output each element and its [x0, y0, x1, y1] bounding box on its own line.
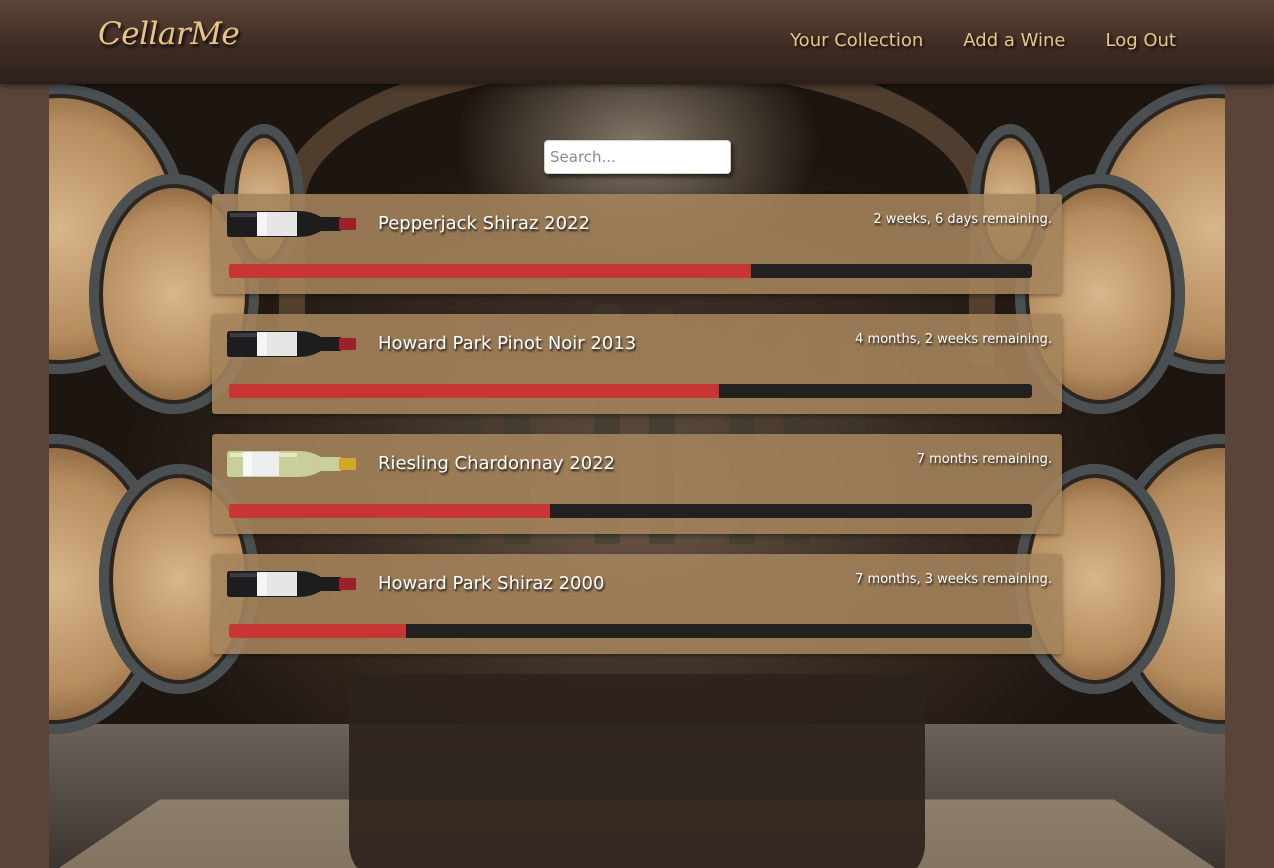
white-wine-bottle-icon	[227, 451, 356, 477]
wine-name: Howard Park Shiraz 2000	[378, 573, 605, 594]
aging-progress-bar	[229, 264, 1032, 278]
aging-progress-bar	[229, 624, 1032, 638]
aging-progress-fill	[229, 264, 751, 278]
wine-card[interactable]: Howard Park Shiraz 2000 7 months, 3 week…	[212, 554, 1062, 654]
red-wine-bottle-icon	[227, 331, 356, 357]
wine-name: Howard Park Pinot Noir 2013	[378, 333, 637, 354]
aging-progress-fill	[229, 384, 719, 398]
wine-card[interactable]: Howard Park Pinot Noir 2013 4 months, 2 …	[212, 314, 1062, 414]
time-remaining: 7 months, 3 weeks remaining.	[855, 572, 1052, 587]
red-wine-bottle-icon	[227, 211, 356, 237]
nav-add-a-wine[interactable]: Add a Wine	[963, 30, 1065, 51]
wine-card[interactable]: Riesling Chardonnay 2022 7 months remain…	[212, 434, 1062, 534]
top-navbar: CellarMe Your Collection Add a Wine Log …	[0, 0, 1274, 84]
main-nav: Your Collection Add a Wine Log Out	[790, 30, 1176, 51]
wine-list: Pepperjack Shiraz 2022 2 weeks, 6 days r…	[212, 194, 1062, 674]
time-remaining: 7 months remaining.	[916, 452, 1052, 467]
aging-progress-fill	[229, 504, 551, 518]
red-wine-bottle-icon	[227, 571, 356, 597]
nav-log-out[interactable]: Log Out	[1105, 30, 1176, 51]
nav-your-collection[interactable]: Your Collection	[790, 30, 923, 51]
search-input[interactable]	[544, 140, 731, 174]
aging-progress-bar	[229, 504, 1032, 518]
aging-progress-bar	[229, 384, 1032, 398]
wine-name: Riesling Chardonnay 2022	[378, 453, 616, 474]
wooden-table	[349, 674, 925, 868]
time-remaining: 4 months, 2 weeks remaining.	[855, 332, 1052, 347]
aging-progress-fill	[229, 624, 406, 638]
wine-name: Pepperjack Shiraz 2022	[378, 213, 590, 234]
time-remaining: 2 weeks, 6 days remaining.	[873, 212, 1052, 227]
app-logo[interactable]: CellarMe	[98, 16, 240, 52]
wine-card[interactable]: Pepperjack Shiraz 2022 2 weeks, 6 days r…	[212, 194, 1062, 294]
